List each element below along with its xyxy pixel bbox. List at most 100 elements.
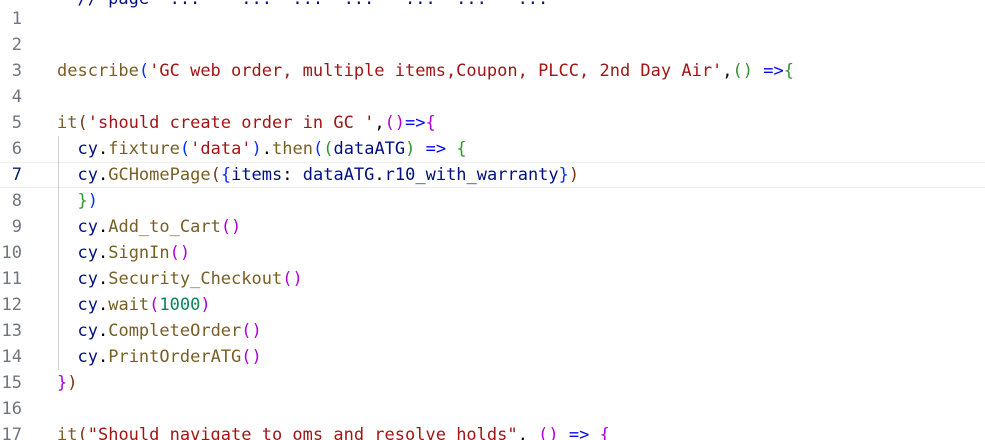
- code-token: it: [57, 113, 78, 133]
- code-token: SignIn: [108, 243, 170, 263]
- code-token: .: [97, 217, 109, 237]
- code-text: cy.PrintOrderATG(): [57, 344, 262, 370]
- code-token: ): [87, 191, 98, 211]
- code-text: cy.Security_Checkout(): [57, 266, 303, 292]
- code-token: .: [97, 295, 109, 315]
- code-token: cy: [77, 243, 98, 263]
- line-number: 10: [1, 243, 22, 263]
- code-token: ): [405, 139, 416, 159]
- line-number: 13: [1, 321, 22, 341]
- code-line-2[interactable]: 2: [0, 32, 985, 58]
- line-number: 17: [1, 425, 22, 440]
- code-text: cy.Add_to_Cart(): [57, 214, 241, 240]
- code-token: (): [169, 243, 191, 263]
- code-token: cy: [77, 139, 98, 159]
- line-number: 5: [11, 113, 22, 133]
- code-line-13[interactable]: 13 cy.CompleteOrder(): [0, 318, 985, 344]
- code-token: }: [558, 165, 569, 185]
- code-line-3[interactable]: 3 describe('GC web order, multiple items,…: [0, 58, 985, 84]
- code-token: .: [261, 139, 273, 159]
- line-number: 1: [11, 9, 22, 29]
- code-line-11[interactable]: 11 cy.Security_Checkout(): [0, 266, 985, 292]
- line-number: 14: [1, 347, 22, 367]
- line-number: 12: [1, 295, 22, 315]
- line-number: 2: [11, 35, 22, 55]
- code-line-4[interactable]: 4: [0, 84, 985, 110]
- code-token: 'GC web order, multiple items,Coupon, PL…: [149, 61, 723, 81]
- code-line-8[interactable]: 8 }): [0, 188, 985, 214]
- code-token: (): [241, 347, 262, 367]
- code-text: cy.fixture('data').then((dataATG) => {: [57, 136, 467, 162]
- code-text: cy.wait(1000): [57, 292, 210, 318]
- code-text: }): [57, 188, 98, 214]
- code-token: {: [425, 113, 436, 133]
- code-token: dataATG: [302, 165, 375, 185]
- code-line-12[interactable]: 12 cy.wait(1000): [0, 292, 985, 318]
- line-number: 3: [11, 61, 22, 81]
- line-number: 15: [1, 373, 22, 393]
- line-number: 16: [1, 399, 22, 419]
- line-number: 6: [11, 139, 22, 159]
- code-text: cy.GCHomePage({items: dataATG.r10_with_w…: [57, 162, 579, 188]
- code-token: }: [77, 191, 88, 211]
- code-token: PrintOrderATG: [108, 347, 242, 367]
- code-text: it("Should navigate to oms and resolve h…: [57, 422, 610, 440]
- code-token: {: [220, 165, 232, 185]
- code-line-16[interactable]: 16: [0, 396, 985, 422]
- code-line-5[interactable]: 5 it('should create order in GC ',()=>{: [0, 110, 985, 136]
- code-token: cy: [77, 217, 98, 237]
- code-line-15[interactable]: 15}): [0, 370, 985, 396]
- code-token: =>: [763, 61, 784, 81]
- code-token: .: [374, 165, 385, 185]
- code-token: (): [241, 321, 262, 341]
- code-token: ,: [517, 425, 528, 440]
- code-token: .: [97, 243, 109, 263]
- code-token: "Should navigate to oms and resolve hold…: [87, 425, 518, 440]
- code-line-14[interactable]: 14 cy.PrintOrderATG(): [0, 344, 985, 370]
- code-token: cy: [77, 269, 98, 289]
- code-token: .: [97, 347, 109, 367]
- code-token: (: [323, 139, 334, 159]
- code-token: {: [783, 61, 795, 81]
- code-token: (: [179, 139, 191, 159]
- code-text: cy.SignIn(): [57, 240, 190, 266]
- code-token: (): [220, 217, 242, 237]
- code-token: wait: [108, 295, 150, 315]
- code-line-10[interactable]: 10 cy.SignIn(): [0, 240, 985, 266]
- code-line-17[interactable]: 17 it("Should navigate to oms and resolve…: [0, 422, 985, 440]
- code-text: cy.CompleteOrder(): [57, 318, 262, 344]
- code-token: }: [57, 373, 68, 393]
- code-token: .: [97, 139, 109, 159]
- line-number: 7: [11, 165, 22, 185]
- code-token: (: [210, 165, 221, 185]
- code-token: Security_Checkout: [108, 269, 283, 289]
- line-number: 11: [1, 269, 22, 289]
- code-line-7[interactable]: 7 cy.GCHomePage({items: dataATG.r10_with…: [0, 162, 985, 188]
- code-text: describe('GC web order, multiple items,C…: [57, 58, 794, 84]
- code-line-6[interactable]: 6 cy.fixture('data').then((dataATG) => {: [0, 136, 985, 162]
- code-token: (: [149, 295, 160, 315]
- code-line-9[interactable]: 9 cy.Add_to_Cart(): [0, 214, 985, 240]
- code-token: {: [456, 139, 467, 159]
- code-token: ): [568, 165, 580, 185]
- code-token: (: [138, 61, 150, 81]
- code-token: cy: [77, 321, 98, 341]
- code-text: }): [57, 370, 78, 396]
- line-number: 8: [11, 191, 22, 211]
- code-token: 'data': [190, 139, 252, 159]
- code-editor[interactable]: // page ... ... ... ... ... ... ...123de…: [0, 0, 985, 440]
- code-token: it: [57, 425, 78, 440]
- code-line-1[interactable]: 1: [0, 6, 985, 32]
- code-token: (): [282, 269, 303, 289]
